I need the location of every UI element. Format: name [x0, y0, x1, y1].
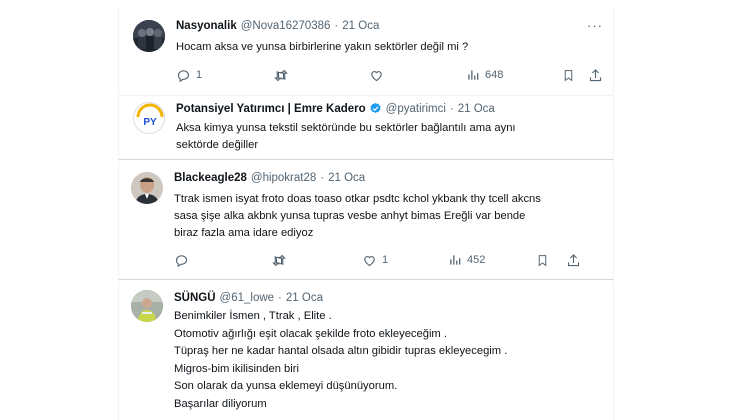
reply-icon: [175, 254, 188, 267]
tweet-text-line: Aksa kimya yunsa tekstil sektöründe bu s…: [176, 122, 516, 134]
svg-text:PY: PY: [143, 117, 157, 128]
author-name[interactable]: Potansiyel Yatırımcı | Emre Kadero: [176, 103, 366, 115]
tweet-text: Ttrak ismen isyat froto doas toaso otkar…: [174, 191, 541, 242]
share-button[interactable]: [566, 253, 581, 268]
views-button[interactable]: 452: [448, 253, 485, 267]
share-button[interactable]: [588, 68, 603, 83]
bookmark-button[interactable]: [536, 253, 549, 268]
author-name[interactable]: Nasyonalik: [176, 20, 237, 32]
author-handle[interactable]: @hipokrat28: [251, 172, 316, 184]
author-name[interactable]: Blackeagle28: [174, 172, 247, 184]
bookmark-icon: [564, 69, 573, 81]
avatar[interactable]: PY: [133, 102, 165, 134]
tweet-text: Aksa kimya yunsa tekstil sektöründe bu s…: [176, 120, 516, 154]
retweet-icon: [272, 254, 286, 266]
action-bar: 1 648: [176, 66, 606, 84]
reply-button[interactable]: [174, 253, 189, 268]
like-count: 1: [382, 254, 389, 266]
views-icon: [468, 70, 479, 80]
tweet-text-line: biraz fazla ama idare ediyoz: [174, 227, 314, 239]
like-icon: [364, 255, 375, 266]
views-button[interactable]: 648: [466, 68, 503, 82]
bookmark-button[interactable]: [562, 68, 575, 83]
author-handle[interactable]: @61_lowe: [220, 292, 275, 304]
action-bar: 1 452: [174, 251, 604, 269]
like-button[interactable]: 1: [362, 253, 388, 268]
tweet-text-line: Migros-bim ikilisinden biri: [174, 362, 299, 375]
verified-icon: [369, 102, 382, 115]
views-count: 648: [485, 69, 504, 81]
reply-icon: [177, 69, 190, 82]
retweet-button[interactable]: [273, 68, 289, 83]
author-handle[interactable]: @pyatirimci: [386, 103, 446, 115]
separator-dot: ·: [449, 102, 454, 115]
share-icon: [567, 253, 580, 266]
tweet-text-line: sasa şişe alka akbnk yunsa tupras vesbe …: [174, 210, 526, 222]
timestamp[interactable]: 21 Oca: [342, 20, 379, 32]
avatar[interactable]: [131, 172, 163, 204]
timestamp[interactable]: 21 Oca: [286, 292, 323, 304]
tweet-sungu[interactable]: SÜNGÜ @61_lowe · 21 Oca Benimkiler İsmen…: [118, 282, 614, 420]
tweet-blackeagle28[interactable]: Blackeagle28 @hipokrat28 · 21 Oca Ttrak …: [118, 162, 614, 280]
like-button[interactable]: [369, 68, 384, 83]
tweet-text-line: sektörde değiller: [176, 139, 259, 151]
tweet-text: Benimkiler İsmen , Ttrak , Elite . Otomo…: [174, 308, 507, 413]
more-icon[interactable]: ···: [587, 18, 603, 33]
timestamp[interactable]: 21 Oca: [458, 103, 495, 115]
tweet-text-line: Başarılar diliyorum: [174, 397, 267, 410]
reply-button[interactable]: 1: [176, 68, 202, 83]
tweet-text-line: Benimkiler İsmen , Ttrak , Elite .: [174, 310, 332, 322]
tweet-text-line: Hocam aksa ve yunsa birbirlerine yakın s…: [176, 41, 469, 53]
timestamp[interactable]: 21 Oca: [328, 172, 365, 184]
views-count: 452: [467, 254, 486, 266]
tweet-text-line: Son olarak da yunsa eklemeyi düşünüyorum…: [174, 380, 398, 392]
bookmark-icon: [538, 254, 547, 266]
tweet-text: Hocam aksa ve yunsa birbirlerine yakın s…: [176, 39, 468, 56]
separator-dot: ·: [320, 172, 325, 184]
views-icon: [450, 255, 461, 265]
tweet-text-line: Otomotiv ağırlığı eşit olacak şekilde fr…: [174, 327, 447, 340]
separator-dot: ·: [278, 292, 282, 304]
tweet-text-line: Tüpraş her ne kadar hantal olsada altın …: [174, 345, 508, 357]
author-handle[interactable]: @Nova16270386: [241, 20, 331, 32]
separator-dot: ·: [334, 20, 339, 32]
avatar[interactable]: [133, 20, 165, 52]
tweet-nasyonalik[interactable]: Nasyonalik @Nova16270386 · 21 Oca ··· Ho…: [118, 8, 614, 96]
author-name[interactable]: SÜNGÜ: [174, 292, 216, 304]
reply-count: 1: [196, 69, 203, 81]
retweet-button[interactable]: [271, 253, 287, 268]
tweet-text-line: Ttrak ismen isyat froto doas toaso otkar…: [174, 193, 541, 205]
avatar[interactable]: [131, 290, 163, 322]
retweet-icon: [274, 69, 288, 81]
like-icon: [371, 70, 382, 81]
share-icon: [589, 68, 602, 81]
tweet-potansiyel-yatirimci[interactable]: PY Potansiyel Yatırımcı | Emre Kadero @p…: [118, 96, 614, 160]
